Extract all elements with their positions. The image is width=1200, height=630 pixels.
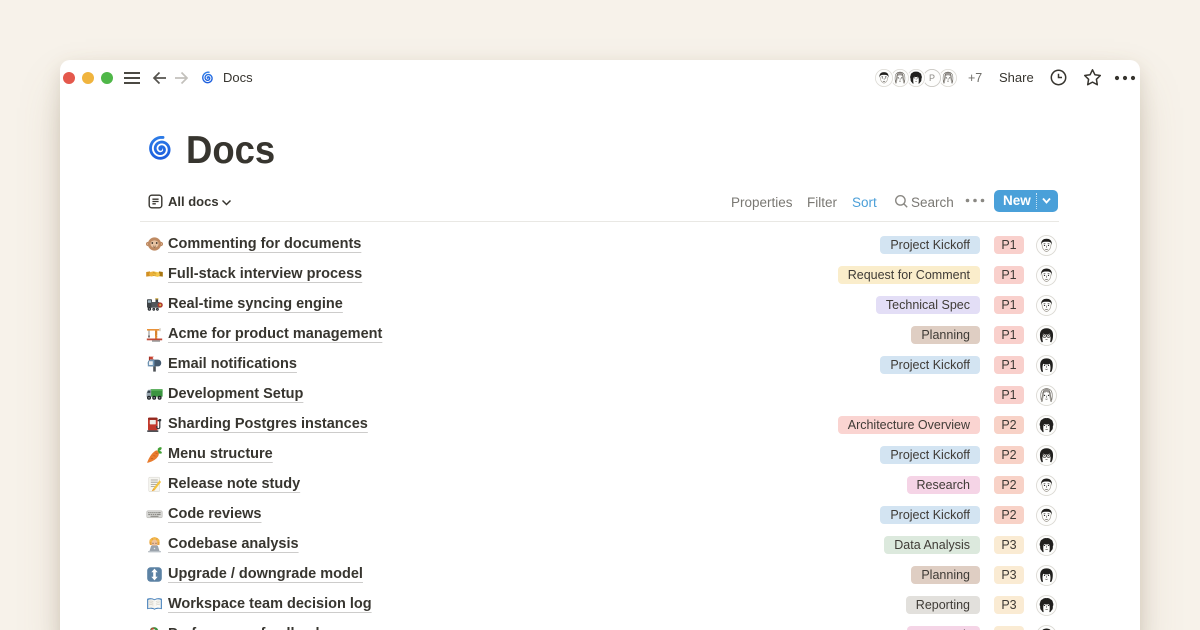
svg-text:P: P [929, 73, 935, 83]
